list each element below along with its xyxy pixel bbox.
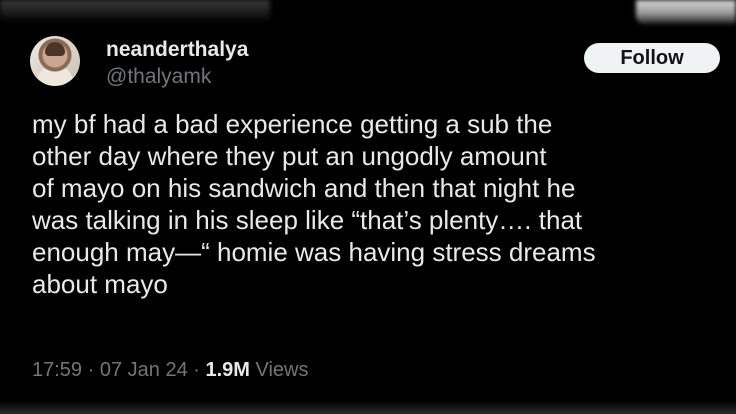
blurred-top-left	[0, 0, 270, 22]
tweet-header: neanderthalya @thalyamk Follow	[30, 36, 720, 88]
tweet-time[interactable]: 17:59	[32, 359, 82, 381]
tweet-text: my bf had a bad experience getting a sub…	[32, 109, 596, 299]
blurred-top-right	[636, 0, 736, 24]
tweet-screenshot: neanderthalya @thalyamk Follow my bf had…	[0, 0, 736, 414]
meta-separator: ·	[82, 359, 100, 381]
meta-separator: ·	[187, 359, 206, 381]
follow-button[interactable]: Follow	[584, 43, 720, 73]
tweet-meta: 17:59 · 07 Jan 24 · 1.9M Views	[32, 356, 309, 384]
author-names: neanderthalya @thalyamk	[106, 38, 248, 90]
views-count[interactable]: 1.9M	[205, 359, 249, 381]
handle[interactable]: @thalyamk	[106, 64, 248, 90]
display-name[interactable]: neanderthalya	[106, 38, 248, 62]
avatar[interactable]	[30, 36, 80, 86]
views-label: Views	[249, 359, 309, 381]
tweet-date[interactable]: 07 Jan 24	[100, 359, 188, 381]
blurred-bottom	[0, 400, 736, 414]
